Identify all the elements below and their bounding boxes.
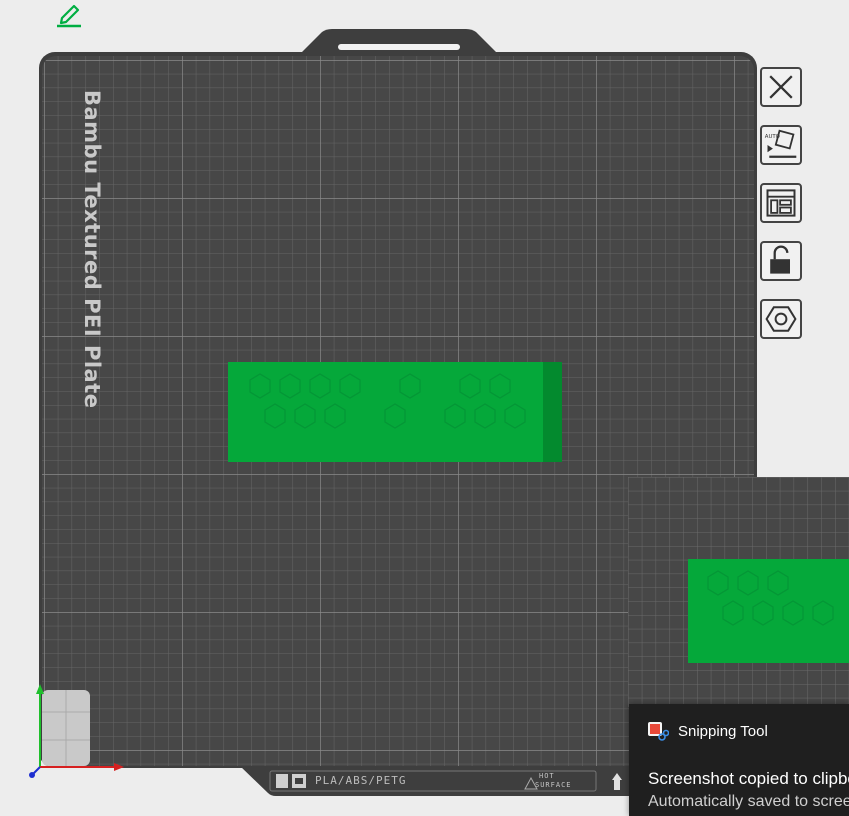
plate-label: Bambu Textured PEI Plate <box>80 90 104 409</box>
model-object <box>228 362 562 462</box>
hot-surface-label: HOT <box>539 772 555 780</box>
snipping-tool-icon <box>648 722 669 741</box>
close-plate-button[interactable] <box>760 67 802 107</box>
plate-thumbnail-preview[interactable] <box>628 477 849 707</box>
arrange-button[interactable] <box>760 183 802 223</box>
toast-app-name: Snipping Tool <box>678 723 768 740</box>
snipping-tool-notification[interactable]: Snipping Tool Screenshot copied to clipb… <box>629 704 849 816</box>
auto-orient-button[interactable]: AUTO <box>760 125 802 165</box>
filament-types-label: PLA/ABS/PETG <box>315 774 407 787</box>
arrange-icon <box>766 189 796 217</box>
close-icon <box>769 75 793 99</box>
toast-body: Automatically saved to screenshots folde… <box>648 793 849 810</box>
toast-title: Screenshot copied to clipboard <box>648 769 849 788</box>
thumbnail-image <box>628 477 849 707</box>
hot-surface-label-2: SURFACE <box>535 781 572 789</box>
plate-settings-button[interactable] <box>760 299 802 339</box>
unlock-icon <box>770 245 790 274</box>
auto-orient-icon: AUTO <box>765 129 797 158</box>
lock-plate-button[interactable] <box>760 241 802 281</box>
hex-nut-icon <box>765 306 797 332</box>
